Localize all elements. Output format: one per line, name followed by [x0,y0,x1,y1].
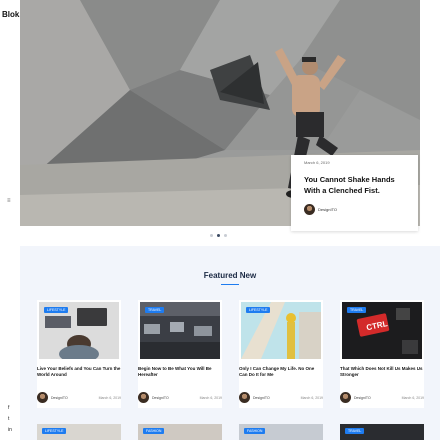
post-thumbnail[interactable]: LIFESTYLE [241,302,321,359]
post-thumbnail[interactable]: FASHION [138,424,222,440]
author-name: DesignITO [152,395,169,400]
post-card[interactable]: CTRL TRAVEL That Which Does Not Kill Us … [340,300,424,408]
facebook-icon[interactable]: f [8,405,9,411]
post-title[interactable]: Live Your Beliefs and You Can Turn the W… [37,366,121,378]
post-card[interactable]: TRAVEL Begin Now to Be What You Will Be … [138,300,222,408]
post-author[interactable]: DesignITO [138,392,169,403]
twitter-icon[interactable]: t [8,416,9,422]
post-date: March 6, 2019 [401,395,424,400]
post-thumbnail[interactable]: FASHION [239,424,323,440]
post-date: March 6, 2019 [300,395,323,400]
menu-icon[interactable]: ≡ [7,198,11,204]
heading-underline [221,284,239,285]
author-avatar [239,392,250,403]
post-author[interactable]: DesignITO [239,392,270,403]
post-meta: DesignITO March 6, 2019 [340,392,424,403]
post-date: March 6, 2019 [199,395,222,400]
author-name: DesignITO [51,395,68,400]
post-thumbnail[interactable]: TRAVEL [140,302,220,359]
post-meta: DesignITO March 6, 2019 [37,392,121,403]
featured-heading: Featured New [203,271,257,280]
author-avatar [340,392,351,403]
post-thumbnail[interactable]: CTRL TRAVEL [342,302,422,359]
post-title[interactable]: That Which Does Not Kill Us Makes Us Str… [340,366,424,378]
category-tag[interactable]: TRAVEL [347,307,367,313]
post-meta: DesignITO March 6, 2019 [138,392,222,403]
category-tag[interactable]: FASHION [244,428,266,434]
hero-post-title[interactable]: You Cannot Shake Hands With a Clenched F… [304,174,408,196]
slider-dot[interactable] [224,234,227,237]
author-name: DesignITO [318,207,338,212]
post-card[interactable]: LIFESTYLE Only I Can Change My Life. No … [239,300,323,408]
post-card[interactable]: LIFESTYLE Live Your Beliefs and You Can … [37,300,121,408]
post-thumbnail[interactable]: LIFESTYLE [37,424,121,440]
slider-dot-active[interactable] [217,234,220,237]
post-title[interactable]: Only I Can Change My Life. No One Can Do… [239,366,323,378]
hero-post-card[interactable]: March 6, 2019 You Cannot Shake Hands Wit… [291,155,418,231]
category-tag[interactable]: TRAVEL [345,428,365,434]
category-tag[interactable]: TRAVEL [145,307,165,313]
author-name: DesignITO [354,395,371,400]
slider-dots [210,234,227,237]
post-meta: DesignITO March 6, 2019 [239,392,323,403]
slider-dot[interactable] [210,234,213,237]
post-date: March 6, 2019 [98,395,121,400]
author-name: DesignITO [253,395,270,400]
author-avatar [138,392,149,403]
post-thumbnail[interactable]: TRAVEL [340,424,424,440]
post-thumbnail[interactable]: LIFESTYLE [39,302,119,359]
site-logo[interactable]: Blok. [2,10,22,19]
linkedin-icon[interactable]: in [8,427,12,433]
hero-post-author[interactable]: DesignITO [304,204,337,215]
post-title[interactable]: Begin Now to Be What You Will Be Hereaft… [138,366,222,378]
category-tag[interactable]: LIFESTYLE [44,307,69,313]
author-avatar [37,392,48,403]
post-author[interactable]: DesignITO [37,392,68,403]
category-tag[interactable]: LIFESTYLE [42,428,67,434]
post-author[interactable]: DesignITO [340,392,371,403]
author-avatar [304,204,315,215]
hero-post-date: March 6, 2019 [304,160,330,165]
category-tag[interactable]: FASHION [143,428,165,434]
category-tag[interactable]: LIFESTYLE [246,307,271,313]
